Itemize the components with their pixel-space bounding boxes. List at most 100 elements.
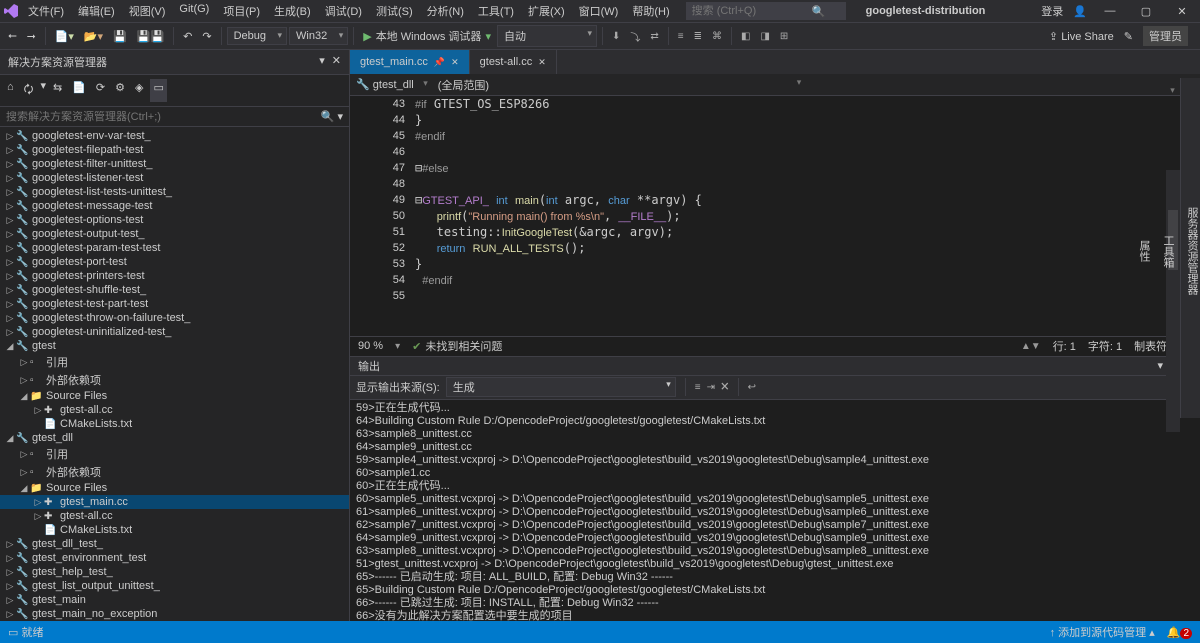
login-link[interactable]: 登录 xyxy=(1041,3,1063,19)
menu-x[interactable]: 扩展(X) xyxy=(522,1,571,21)
tree-item[interactable]: ▷🔧googletest-shuffle-test_ xyxy=(0,283,349,297)
close-tab-icon[interactable] xyxy=(451,56,459,68)
tree-item[interactable]: ▷🔧googletest-env-var-test_ xyxy=(0,129,349,143)
menu-e[interactable]: 编辑(E) xyxy=(72,1,121,21)
view-icon[interactable]: ▭ xyxy=(150,79,166,102)
menu-d[interactable]: 调试(D) xyxy=(319,1,368,21)
toolbar-extra-7[interactable]: ◧ xyxy=(737,29,754,44)
tree-item[interactable]: ▷▫引用 xyxy=(0,353,349,371)
pin-icon[interactable] xyxy=(434,56,445,68)
toolbar-extra-3[interactable]: ⇄ xyxy=(646,29,662,44)
preview-icon[interactable]: ◈ xyxy=(132,79,146,102)
tree-item[interactable]: ▷🔧googletest-filepath-test xyxy=(0,143,349,157)
notifications-button[interactable]: 🔔2 xyxy=(1167,626,1192,639)
save-all-button[interactable]: 💾💾 xyxy=(133,28,168,45)
collapse-icon[interactable]: ⇆ xyxy=(50,79,65,102)
tree-item[interactable]: ▷🔧googletest-printers-test xyxy=(0,269,349,283)
solution-search[interactable]: 🔍 ▾ xyxy=(0,107,349,127)
tree-item[interactable]: ◢🔧gtest xyxy=(0,339,349,353)
menu-v[interactable]: 视图(V) xyxy=(123,1,172,21)
tree-item[interactable]: ▷🔧gtest_environment_test xyxy=(0,551,349,565)
source-control-button[interactable]: ↑ 添加到源代码管理 ▴ xyxy=(1050,624,1155,640)
output-source-dropdown[interactable]: 生成 xyxy=(446,377,676,397)
refresh-icon[interactable]: ⟳ xyxy=(93,79,108,102)
output-wrap-icon[interactable]: ↩ xyxy=(748,382,756,393)
tree-item[interactable]: ▷✚gtest-all.cc xyxy=(0,403,349,417)
minimize-button[interactable]: — xyxy=(1097,5,1123,17)
home-icon[interactable]: ⌂ xyxy=(4,79,17,102)
server-explorer-tab[interactable]: 服务器资源管理器 xyxy=(1184,207,1200,295)
output-find-icon[interactable]: ≡ xyxy=(695,382,701,393)
output-clear-icon[interactable]: 🗙 xyxy=(721,379,729,396)
global-search[interactable]: 🔍 xyxy=(686,2,846,20)
right-tool-rail[interactable]: 服务器资源管理器 工具箱 属性 xyxy=(1180,78,1200,418)
maximize-button[interactable]: ▢ xyxy=(1133,5,1159,18)
tree-item[interactable]: ▷🔧googletest-message-test xyxy=(0,199,349,213)
tree-item[interactable]: ▷🔧gtest_main_no_exception xyxy=(0,607,349,621)
tree-item[interactable]: ▷🔧googletest-throw-on-failure-test_ xyxy=(0,311,349,325)
menu-gitg[interactable]: Git(G) xyxy=(173,1,215,21)
toolbox-tab[interactable]: 工具箱 xyxy=(1160,235,1176,268)
nav-fwd-button[interactable]: ⭢ xyxy=(23,28,40,45)
solution-tree[interactable]: ▷🔧googletest-env-var-test_▷🔧googletest-f… xyxy=(0,127,349,643)
properties-icon[interactable]: ⚙ xyxy=(112,79,128,102)
output-content[interactable]: 59>正在生成代码...64>Building Custom Rule D:/O… xyxy=(350,400,1200,643)
panel-close-icon[interactable] xyxy=(325,55,341,67)
menu-h[interactable]: 帮助(H) xyxy=(626,1,675,21)
close-tab-icon[interactable] xyxy=(538,56,546,68)
toolbar-extra-9[interactable]: ⊞ xyxy=(776,29,792,44)
zoom-level[interactable]: 90 % xyxy=(358,340,383,352)
menu-w[interactable]: 窗口(W) xyxy=(573,1,625,21)
toolbar-extra-6[interactable]: ⌘ xyxy=(708,29,726,44)
tree-item[interactable]: ▷🔧googletest-list-tests-unittest_ xyxy=(0,185,349,199)
nav-back-button[interactable]: ⭠ xyxy=(4,28,21,45)
feedback-icon[interactable]: ✎ xyxy=(1124,30,1133,43)
tree-item[interactable]: ▷▫引用 xyxy=(0,445,349,463)
tree-item[interactable]: ▷🔧gtest_main xyxy=(0,593,349,607)
output-goto-icon[interactable]: ⇥ xyxy=(707,382,715,393)
new-button[interactable]: 📄▾ xyxy=(51,28,78,45)
editor-tab[interactable]: gtest_main.cc xyxy=(350,50,470,74)
tree-item[interactable]: ▷🔧googletest-listener-test xyxy=(0,171,349,185)
issues-indicator[interactable]: 未找到相关问题 xyxy=(412,338,502,354)
toolbar-extra-5[interactable]: ≣ xyxy=(690,29,706,44)
open-button[interactable]: 📂▾ xyxy=(80,28,107,45)
code-content[interactable]: #if GTEST_OS_ESP8266}#endif⊟#else⊟GTEST_… xyxy=(415,96,1200,336)
redo-button[interactable]: ↷ xyxy=(198,28,215,45)
solution-search-input[interactable] xyxy=(6,111,321,123)
menu-s[interactable]: 测试(S) xyxy=(370,1,419,21)
tree-item[interactable]: ▷▫外部依赖项 xyxy=(0,463,349,481)
close-button[interactable]: ✕ xyxy=(1169,5,1195,18)
tree-item[interactable]: ▷▫外部依赖项 xyxy=(0,371,349,389)
tree-item[interactable]: ▷🔧googletest-port-test xyxy=(0,255,349,269)
project-scope[interactable]: 🔧 gtest_dll xyxy=(356,78,430,91)
tree-item[interactable]: ▷🔧googletest-output-test_ xyxy=(0,227,349,241)
editor-scrollbar[interactable] xyxy=(1166,170,1180,432)
tree-item[interactable]: ▷✚gtest-all.cc xyxy=(0,509,349,523)
tree-item[interactable]: ◢📁Source Files xyxy=(0,481,349,495)
tree-item[interactable]: ▷🔧googletest-options-test xyxy=(0,213,349,227)
tree-item[interactable]: ▷🔧googletest-param-test-test xyxy=(0,241,349,255)
menu-b[interactable]: 生成(B) xyxy=(268,1,317,21)
menu-f[interactable]: 文件(F) xyxy=(22,1,70,21)
tree-item[interactable]: ▷🔧googletest-uninitialized-test_ xyxy=(0,325,349,339)
scope-dropdown[interactable]: (全局范围) xyxy=(438,77,804,93)
platform-dropdown[interactable]: Win32 xyxy=(289,27,348,45)
tree-item[interactable]: ▷🔧googletest-filter-unittest_ xyxy=(0,157,349,171)
toolbar-extra-1[interactable]: ⬇ xyxy=(608,29,624,44)
tree-item[interactable]: 📄CMakeLists.txt xyxy=(0,417,349,431)
menu-p[interactable]: 项目(P) xyxy=(217,1,266,21)
toolbar-extra-2[interactable]: ⤵ xyxy=(626,27,644,46)
sync-icon[interactable]: 🗘 xyxy=(21,79,37,102)
tree-item[interactable]: ▷🔧googletest-test-part-test xyxy=(0,297,349,311)
search-input[interactable] xyxy=(692,5,812,17)
tree-item[interactable]: ◢📁Source Files xyxy=(0,389,349,403)
live-share-button[interactable]: ⇪ Live Share xyxy=(1049,30,1114,43)
menu-t[interactable]: 工具(T) xyxy=(472,1,520,21)
profile-icon[interactable]: 👤 xyxy=(1073,5,1087,18)
tree-item[interactable]: ▷🔧gtest_list_output_unittest_ xyxy=(0,579,349,593)
show-all-icon[interactable]: 📄 xyxy=(69,79,89,102)
toolbar-extra-8[interactable]: ◨ xyxy=(756,29,773,44)
tree-item[interactable]: ▷✚gtest_main.cc xyxy=(0,495,349,509)
tree-item[interactable]: ▷🔧gtest_dll_test_ xyxy=(0,537,349,551)
